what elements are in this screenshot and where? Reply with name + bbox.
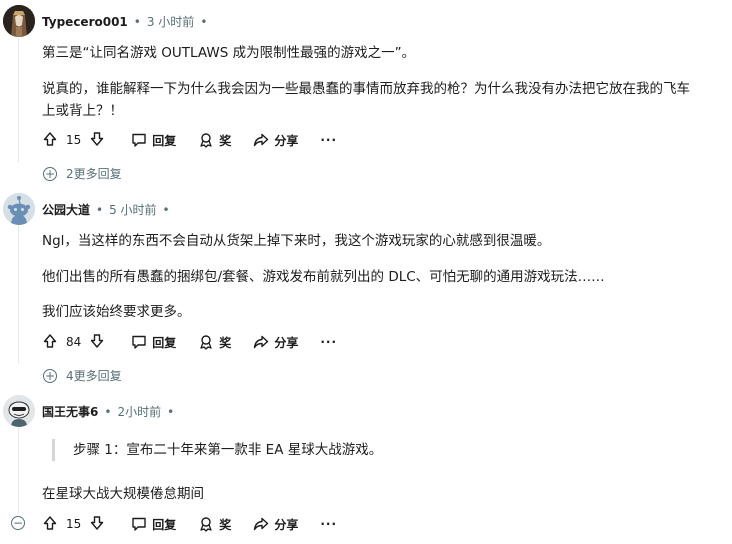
collapse-thread-button[interactable]: −	[11, 516, 25, 530]
reply-button[interactable]: 回复	[131, 516, 176, 533]
thread-line	[18, 38, 19, 162]
comment-text: 说真的，谁能解释一下为什么我会因为一些最愚蠢的事情而放弃我的枪？为什么我没有办法…	[42, 81, 690, 97]
award-button[interactable]: 奖	[198, 334, 231, 351]
more-dots-icon[interactable]: ···	[320, 335, 337, 349]
comment-meta: 公园大道 • 5 小时前 •	[42, 201, 170, 218]
arrow-down-icon[interactable]	[89, 131, 105, 150]
arrow-up-icon[interactable]	[42, 333, 58, 352]
avatar[interactable]	[3, 5, 35, 37]
plus-circle-icon: +	[43, 368, 57, 383]
thread-line	[18, 226, 19, 364]
award-button[interactable]: 奖	[198, 516, 231, 533]
author-name[interactable]: 国王无事6	[42, 403, 98, 420]
timestamp[interactable]: 3 小时前	[147, 13, 194, 30]
share-button[interactable]: 分享	[253, 334, 298, 351]
award-ribbon-icon	[198, 516, 214, 532]
award-ribbon-icon	[198, 132, 214, 148]
timestamp[interactable]: 2小时前	[117, 403, 161, 420]
author-name[interactable]: 公园大道	[42, 201, 90, 218]
avatar[interactable]	[3, 193, 35, 225]
minus-circle-icon: −	[11, 516, 25, 530]
more-dots-icon[interactable]: ···	[320, 133, 337, 147]
reply-button[interactable]: 回复	[131, 132, 176, 149]
arrow-up-icon[interactable]	[42, 515, 58, 534]
more-replies-button[interactable]: + 4更多回复	[43, 367, 122, 384]
more-replies-button[interactable]: + 2更多回复	[43, 165, 122, 182]
vote-group: 15	[42, 515, 105, 534]
vote-count: 15	[66, 517, 82, 531]
plus-circle-icon: +	[43, 166, 57, 181]
arrow-down-icon[interactable]	[89, 333, 105, 352]
share-button[interactable]: 分享	[253, 516, 298, 533]
vote-group: 84	[42, 333, 105, 352]
timestamp[interactable]: 5 小时前	[109, 201, 156, 218]
comment-actions: 15 回复 奖 分享 ···	[42, 512, 337, 536]
blockquote: 步骤 1：宣布二十年来第一款非 EA 星球大战游戏。	[52, 439, 382, 461]
comment-bubble-icon	[131, 334, 147, 350]
share-arrow-icon	[253, 334, 269, 350]
vote-count: 84	[66, 335, 82, 349]
comment-text: 在星球大战大规模倦怠期间	[42, 486, 204, 502]
thread-line	[18, 428, 19, 514]
comment-text: 上或背上？！	[42, 103, 123, 119]
more-replies-label: 4更多回复	[66, 369, 122, 383]
award-ribbon-icon	[198, 334, 214, 350]
comment-actions: 84 回复 奖 分享 ···	[42, 330, 337, 354]
comment-bubble-icon	[131, 132, 147, 148]
comment-text: 我们应该始终要求更多。	[42, 304, 191, 320]
comment-meta: 国王无事6 • 2小时前 •	[42, 403, 175, 420]
share-arrow-icon	[253, 516, 269, 532]
vote-group: 15	[42, 131, 105, 150]
comment-text: 第三是“让同名游戏 OUTLAWS 成为限制性最强的游戏之一”。	[42, 45, 416, 61]
comment-bubble-icon	[131, 516, 147, 532]
share-arrow-icon	[253, 132, 269, 148]
reply-button[interactable]: 回复	[131, 334, 176, 351]
arrow-up-icon[interactable]	[42, 131, 58, 150]
avatar[interactable]	[3, 395, 35, 427]
award-button[interactable]: 奖	[198, 132, 231, 149]
more-replies-label: 2更多回复	[66, 167, 122, 181]
comment-text: 他们出售的所有愚蠢的捆绑包/套餐、游戏发布前就列出的 DLC、可怕无聊的通用游戏…	[42, 269, 605, 285]
vote-count: 15	[66, 133, 82, 147]
comment-text: Ngl，当这样的东西不会自动从货架上掉下来时，我这个游戏玩家的心就感到很温暖。	[42, 233, 551, 249]
arrow-down-icon[interactable]	[89, 515, 105, 534]
comment-meta: Typecero001 • 3 小时前 •	[42, 13, 208, 30]
share-button[interactable]: 分享	[253, 132, 298, 149]
comment-actions: 15 回复 奖 分享 ···	[42, 128, 337, 152]
more-dots-icon[interactable]: ···	[320, 517, 337, 531]
author-name[interactable]: Typecero001	[42, 15, 128, 29]
